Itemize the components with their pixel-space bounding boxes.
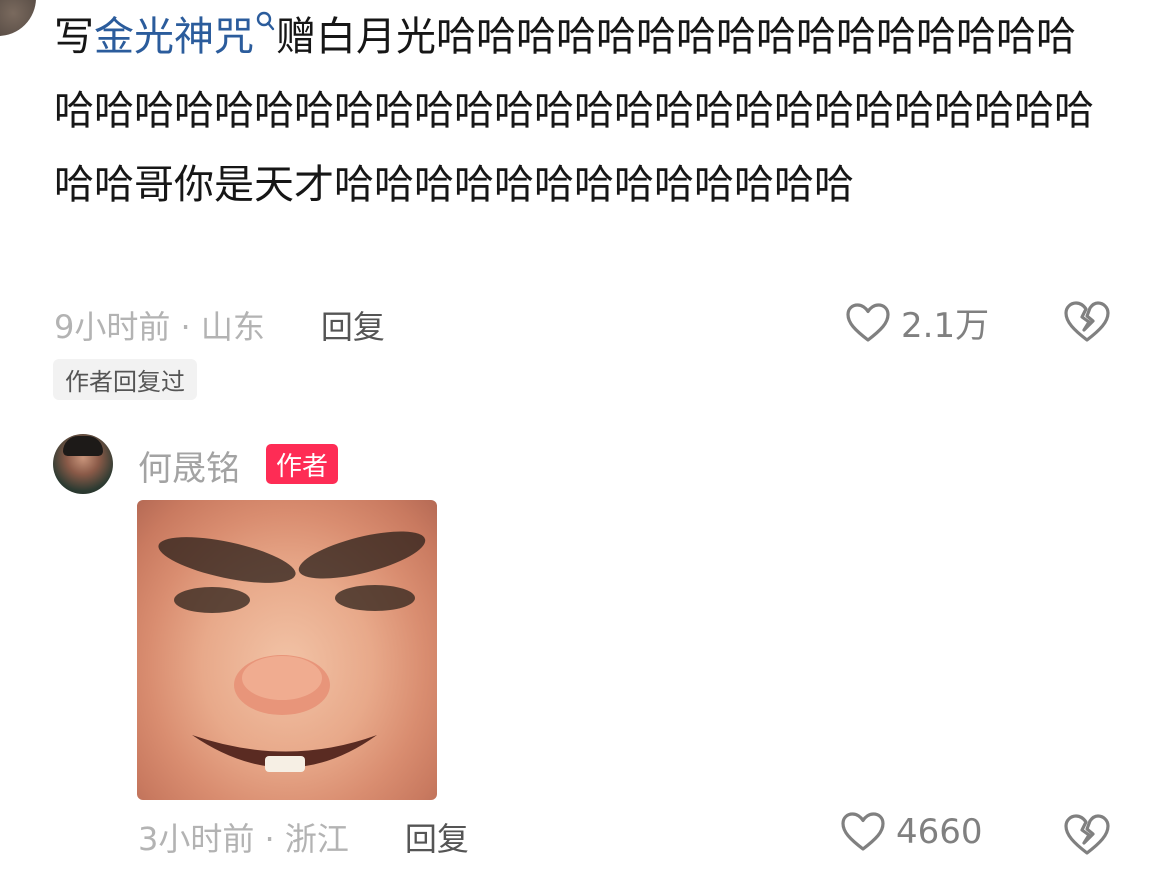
heart-outline-icon bbox=[841, 812, 885, 851]
comment-like-count: 2.1万 bbox=[901, 306, 990, 346]
reply-sticker-image[interactable] bbox=[137, 500, 437, 800]
search-icon[interactable] bbox=[254, 10, 276, 38]
reply-like-button[interactable]: 4660 bbox=[840, 811, 983, 853]
reply-meta: 3小时前 · 浙江 回复 bbox=[138, 812, 469, 862]
comment-meta: 9小时前 · 山东 回复 bbox=[54, 300, 385, 350]
previous-commenter-avatar[interactable] bbox=[0, 0, 36, 36]
author-badge: 作者 bbox=[266, 444, 339, 484]
broken-heart-icon[interactable] bbox=[1063, 300, 1111, 344]
reply-reply-button[interactable]: 回复 bbox=[405, 814, 469, 860]
avatar[interactable] bbox=[53, 434, 113, 494]
author-replied-tag: 作者回复过 bbox=[53, 359, 197, 400]
comment-time-location: 9小时前 · 山东 bbox=[54, 308, 265, 346]
comment-prefix: 写 bbox=[54, 14, 94, 60]
heart-outline-icon bbox=[846, 302, 890, 342]
comment-reply-button[interactable]: 回复 bbox=[321, 302, 385, 348]
comment-link[interactable]: 金光神咒 bbox=[94, 14, 254, 60]
comment-like-button[interactable]: 2.1万 bbox=[845, 298, 989, 347]
broken-heart-icon[interactable] bbox=[1063, 813, 1111, 857]
comment-text: 写金光神咒 赠白月光哈哈哈哈哈哈哈哈哈哈哈哈哈哈哈哈哈哈哈哈哈哈哈哈哈哈哈哈哈哈哈… bbox=[54, 0, 1114, 222]
reply-like-count: 4660 bbox=[896, 812, 983, 852]
reply-time-location: 3小时前 · 浙江 bbox=[138, 820, 349, 858]
reply-username[interactable]: 何晟铭 bbox=[138, 441, 240, 490]
